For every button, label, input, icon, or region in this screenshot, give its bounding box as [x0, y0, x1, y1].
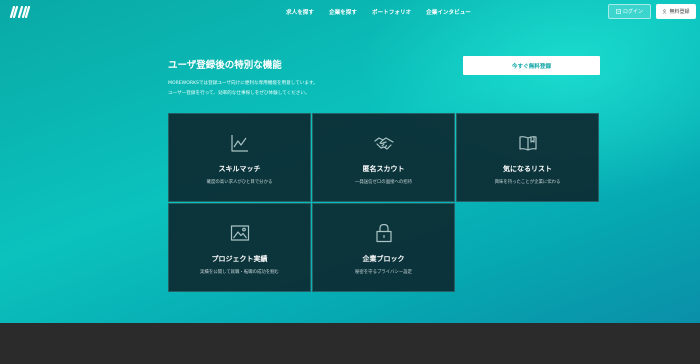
- login-icon: [616, 9, 621, 14]
- card-title: 企業ブロック: [362, 255, 405, 263]
- user-icon: [663, 9, 667, 14]
- book-icon: [519, 136, 537, 151]
- register-button[interactable]: 無料登録: [656, 4, 696, 19]
- main-nav: 求人を探す 企業を探す ポートフォリオ 企業インタビュー: [286, 0, 486, 24]
- feature-card-company-block[interactable]: 企業ブロック 秘密を守るプライバシー設定: [312, 203, 455, 292]
- nav-item-portfolio[interactable]: ポートフォリオ: [372, 8, 411, 16]
- card-description: 興味を持ったことが企業に伝わる: [494, 180, 561, 185]
- feature-card-anonymous-scout[interactable]: 匿名スカウト 一発送信ゼロの面接への招待: [312, 113, 455, 202]
- mw-logo-icon[interactable]: [9, 6, 31, 18]
- section-description-line-1: MOREWORKSでは登録ユーザ向けに便利な専用機能を用意しています。: [168, 81, 318, 86]
- nav-item-jobs[interactable]: 求人を探す: [286, 8, 314, 16]
- login-button[interactable]: ログイン: [608, 4, 651, 19]
- feature-card-project-portfolio[interactable]: プロジェクト実績 実績を公開して就職・転職の成功を掴む: [168, 203, 311, 292]
- card-description: 確度の高い求人がひと目で分かる: [206, 180, 273, 185]
- free-register-cta-button[interactable]: 今すぐ無料登録: [463, 56, 600, 75]
- chart-icon: [231, 135, 248, 152]
- image-icon: [230, 225, 250, 241]
- card-title: スキルマッチ: [218, 165, 261, 173]
- login-label: ログイン: [622, 9, 643, 15]
- card-description: 一発送信ゼロの面接への招待: [354, 180, 413, 185]
- site-header: 求人を探す 企業を探す ポートフォリオ 企業インタビュー ログイン 無料登録: [0, 0, 700, 24]
- card-description: 実績を公開して就職・転職の成功を掴む: [200, 270, 279, 275]
- card-title: 気になるリスト: [503, 165, 552, 173]
- lock-icon: [376, 223, 392, 243]
- footer-band: [0, 323, 700, 364]
- card-description: 秘密を守るプライバシー設定: [355, 270, 412, 275]
- section-description-line-2: ユーザー登録を行って、効率的な仕事探しをぜひ体験してください。: [168, 91, 310, 96]
- handshake-icon: [374, 137, 394, 150]
- section-title: ユーザ登録後の特別な機能: [168, 60, 282, 71]
- feature-card-watch-list[interactable]: 気になるリスト 興味を持ったことが企業に伝わる: [456, 113, 599, 202]
- card-title: プロジェクト実績: [211, 255, 268, 263]
- nav-item-interviews[interactable]: 企業インタビュー: [426, 8, 471, 16]
- feature-card-skill-match[interactable]: スキルマッチ 確度の高い求人がひと目で分かる: [168, 113, 311, 202]
- card-title: 匿名スカウト: [362, 165, 405, 173]
- nav-item-companies[interactable]: 企業を探す: [329, 8, 357, 16]
- register-label: 無料登録: [669, 9, 690, 15]
